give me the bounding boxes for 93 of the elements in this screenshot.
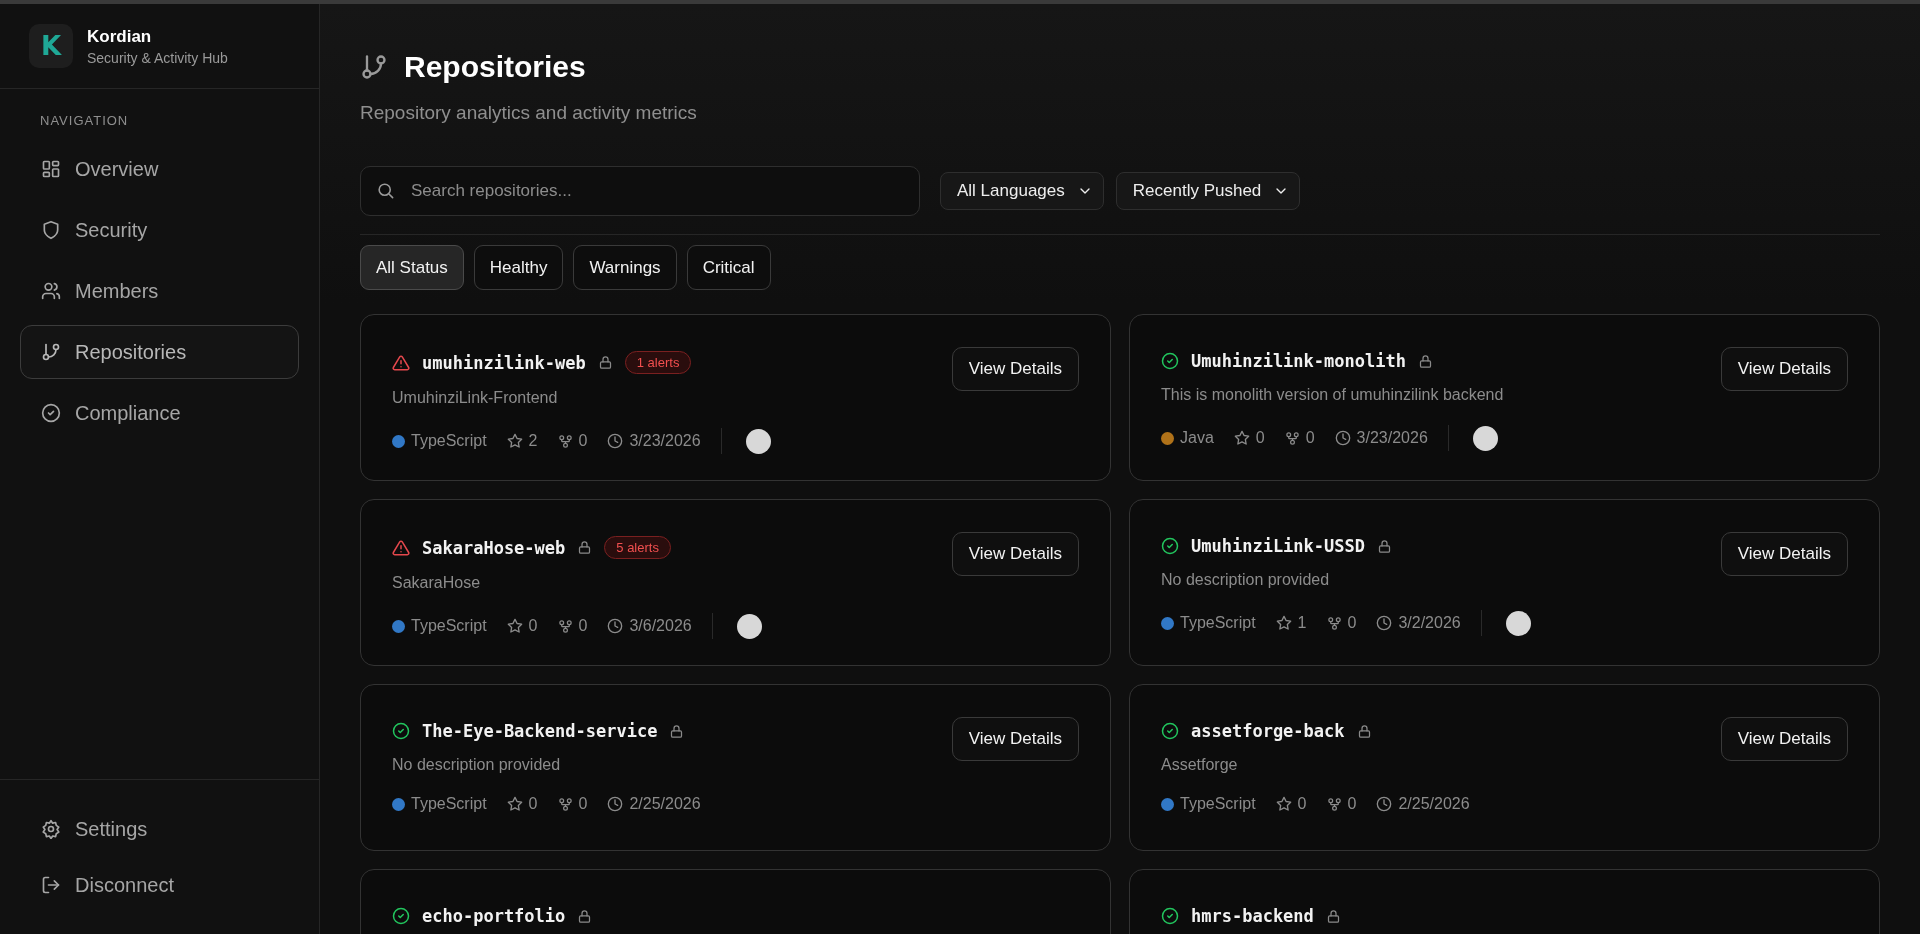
- pushed-date: 2/25/2026: [629, 795, 701, 813]
- language-label: TypeScript: [1180, 795, 1256, 813]
- status-filter[interactable]: Healthy: [473, 245, 564, 290]
- page-subtitle: Repository analytics and activity metrics: [360, 102, 698, 124]
- pushed-date: 3/2/2026: [1398, 614, 1461, 632]
- nav-item[interactable]: Overview: [20, 142, 299, 196]
- repository-description: This is monolith version of umuhinzilink backend: [1161, 386, 1504, 404]
- users-icon: [41, 281, 61, 301]
- dropdown[interactable]: All Languages: [940, 172, 1104, 210]
- clock-icon: [1376, 796, 1393, 812]
- settings-icon: [41, 819, 61, 839]
- language-label: TypeScript: [1180, 614, 1256, 632]
- repository-description: No description provided: [1161, 571, 1331, 589]
- check-circle-icon: [41, 403, 61, 423]
- section-label: NAVIGATION: [39, 112, 130, 130]
- search-field[interactable]: Search repositories...: [360, 166, 920, 216]
- pushed-date: 2/25/2026: [1398, 795, 1470, 813]
- star-icon: [506, 433, 523, 449]
- status-filter[interactable]: All Status: [360, 245, 464, 290]
- star-count: 0: [528, 795, 538, 813]
- repository-name[interactable]: The-Eye-Backend-service: [422, 721, 658, 741]
- fork-icon: [557, 618, 573, 634]
- repository-name[interactable]: umuhinzilink-web: [422, 352, 586, 373]
- clock-icon: [607, 618, 624, 634]
- language-label: TypeScript: [411, 432, 487, 450]
- fork-count: 0: [1347, 614, 1357, 632]
- repository-description: Assetforge: [1161, 756, 1239, 774]
- repository-name[interactable]: assetforge-back: [1191, 721, 1345, 741]
- fork-count: 0: [1347, 795, 1357, 813]
- view-details-button[interactable]: View Details: [951, 717, 1079, 761]
- page-title: Repositories: [404, 50, 586, 84]
- pushed-date: 3/23/2026: [629, 432, 701, 450]
- alert-count: 5 alerts: [604, 536, 671, 559]
- language-label: Java: [1180, 429, 1214, 447]
- branch-icon: [360, 53, 388, 81]
- clock-icon: [607, 796, 624, 812]
- view-details-button[interactable]: View Details: [951, 532, 1079, 576]
- repository-description: No description provided: [392, 756, 562, 774]
- clock-icon: [1334, 430, 1351, 446]
- repository-name[interactable]: UmuhinziLink-USSD: [1191, 536, 1365, 556]
- star-icon: [1233, 430, 1250, 446]
- dropdown[interactable]: Recently Pushed: [1115, 172, 1301, 210]
- view-details-button[interactable]: View Details: [951, 347, 1079, 391]
- fork-icon: [557, 433, 573, 449]
- nav-item[interactable]: Disconnect: [20, 858, 299, 912]
- repository-name[interactable]: hmrs-backend: [1191, 906, 1314, 926]
- language-label: TypeScript: [411, 795, 487, 813]
- branch-icon: [41, 342, 61, 362]
- status-filter[interactable]: Critical: [686, 245, 771, 290]
- repository-description: SakaraHose: [392, 574, 482, 592]
- fork-count: 0: [578, 795, 588, 813]
- repository-name[interactable]: Umuhinzilink-monolith: [1191, 351, 1406, 371]
- view-details-button[interactable]: View Details: [1720, 532, 1848, 576]
- star-icon: [506, 796, 523, 812]
- view-details-button[interactable]: View Details: [1720, 347, 1848, 391]
- clock-icon: [607, 433, 624, 449]
- logout-icon: [41, 875, 61, 895]
- star-count: 2: [528, 432, 538, 450]
- status-filter[interactable]: Warnings: [573, 245, 677, 290]
- fork-icon: [1326, 796, 1342, 812]
- shield-icon: [41, 220, 61, 240]
- repository-description: UmuhinziLink-Frontend: [392, 389, 559, 407]
- fork-count: 0: [578, 617, 588, 635]
- nav-item[interactable]: Settings: [20, 802, 299, 856]
- fork-icon: [557, 796, 573, 812]
- clock-icon: [1376, 615, 1393, 631]
- star-count: 0: [528, 617, 538, 635]
- star-icon: [506, 618, 523, 634]
- nav-item[interactable]: Members: [20, 264, 299, 318]
- star-icon: [1275, 615, 1292, 631]
- repository-name[interactable]: echo-portfolio: [422, 906, 566, 926]
- fork-icon: [1326, 615, 1342, 631]
- repository-name[interactable]: SakaraHose-web: [422, 537, 566, 558]
- app-name: Kordian: [87, 26, 153, 47]
- search-icon: [376, 181, 395, 200]
- app-tagline: Security & Activity Hub: [87, 49, 228, 66]
- pushed-date: 3/23/2026: [1356, 429, 1428, 447]
- star-count: 0: [1255, 429, 1265, 447]
- pushed-date: 3/6/2026: [629, 617, 692, 635]
- fork-icon: [1284, 430, 1300, 446]
- nav-item[interactable]: Compliance: [20, 386, 299, 440]
- nav-item[interactable]: Repositories: [20, 325, 299, 379]
- language-label: TypeScript: [411, 617, 487, 635]
- fork-count: 0: [578, 432, 588, 450]
- logo: K: [29, 24, 73, 68]
- nav-item[interactable]: Security: [20, 203, 299, 257]
- alert-count: 1 alerts: [624, 351, 692, 374]
- star-count: 1: [1297, 614, 1307, 632]
- fork-count: 0: [1305, 429, 1315, 447]
- star-count: 0: [1297, 795, 1307, 813]
- view-details-button[interactable]: View Details: [1720, 717, 1848, 761]
- star-icon: [1275, 796, 1292, 812]
- grid-icon: [41, 159, 61, 179]
